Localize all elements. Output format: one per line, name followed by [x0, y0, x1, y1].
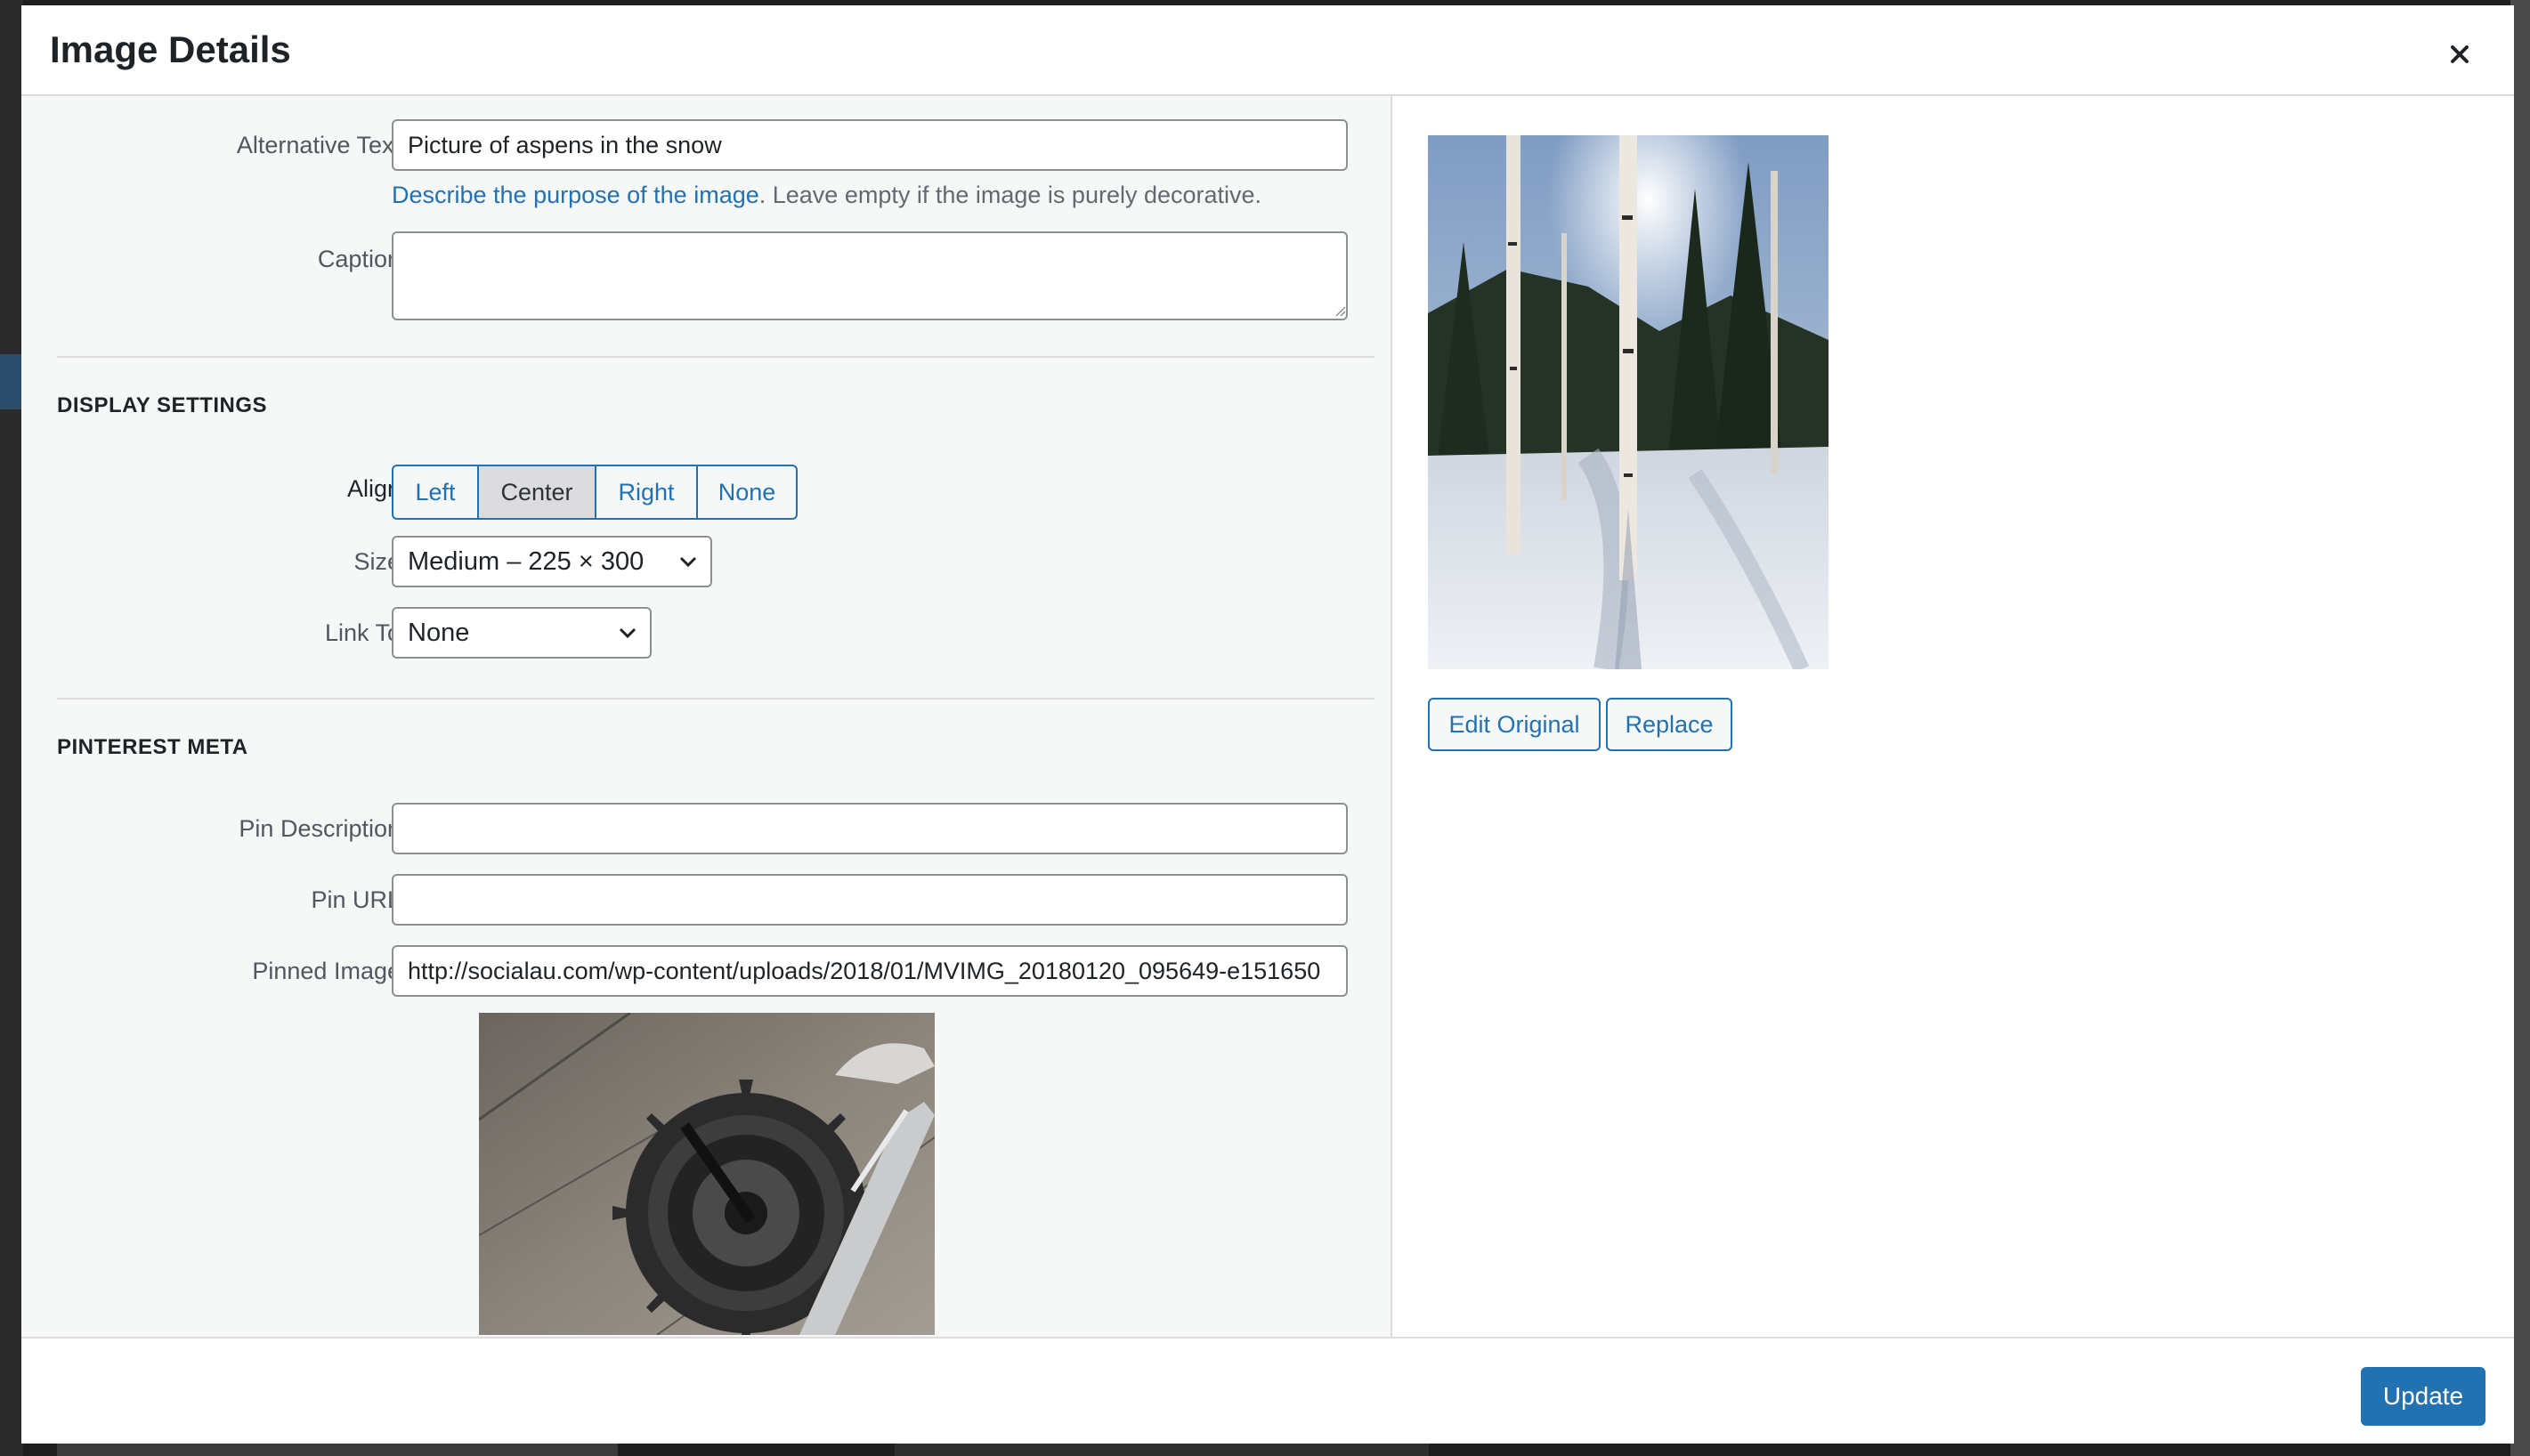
bike-chainring-photo [479, 1013, 935, 1335]
align-left-button[interactable]: Left [392, 465, 479, 520]
image-preview [1428, 135, 1829, 669]
settings-panel: Alternative Text Picture of aspens in th… [21, 96, 1392, 1337]
chevron-down-icon [679, 556, 697, 568]
align-none-button[interactable]: None [696, 465, 798, 520]
update-button[interactable]: Update [2361, 1367, 2485, 1426]
align-right-button[interactable]: Right [595, 465, 698, 520]
pinned-image-input[interactable]: http://socialau.com/wp-content/uploads/2… [392, 945, 1348, 997]
image-preview-panel: Edit Original Replace [1392, 96, 2514, 1337]
size-select-value: Medium – 225 × 300 [408, 547, 645, 576]
caption-label: Caption [317, 246, 401, 272]
alt-text-help-rest: . Leave empty if the image is purely dec… [758, 182, 1262, 208]
describe-purpose-link[interactable]: Describe the purpose of the image [392, 182, 759, 208]
background-sidebar [0, 0, 23, 1456]
image-details-modal: Image Details Alternative Text Picture o… [21, 5, 2514, 1444]
display-settings-heading: DISPLAY SETTINGS [57, 393, 268, 417]
close-button[interactable] [2437, 32, 2482, 77]
pinned-image-label: Pinned Image [252, 958, 401, 984]
pin-url-label: Pin URL [311, 886, 401, 913]
pin-description-input[interactable] [392, 803, 1348, 854]
replace-button[interactable]: Replace [1606, 698, 1732, 751]
divider [57, 356, 1374, 358]
pinterest-meta-heading: PINTEREST META [57, 735, 248, 759]
align-center-button[interactable]: Center [477, 465, 596, 520]
chevron-down-icon [619, 627, 637, 639]
resize-handle-icon[interactable] [1334, 304, 1346, 317]
pinned-image-thumbnail [479, 1013, 935, 1335]
pin-description-label: Pin Description [239, 815, 401, 842]
pin-url-input[interactable] [392, 874, 1348, 926]
link-to-label: Link To [324, 619, 401, 646]
modal-title: Image Details [50, 28, 291, 70]
alt-text-help: Describe the purpose of the image. Leave… [392, 182, 1261, 209]
background-active-menu [0, 354, 23, 409]
align-button-group: Left Center Right None [392, 465, 798, 520]
background-content [57, 1442, 618, 1456]
alt-text-input[interactable]: Picture of aspens in the snow [392, 119, 1348, 171]
link-to-select-value: None [408, 619, 470, 647]
modal-footer: Update [21, 1337, 2514, 1444]
size-select[interactable]: Medium – 225 × 300 [392, 536, 712, 587]
caption-textarea[interactable] [392, 231, 1348, 320]
edit-original-button[interactable]: Edit Original [1428, 698, 1601, 751]
link-to-select[interactable]: None [392, 607, 652, 659]
alt-text-label: Alternative Text [236, 132, 401, 158]
close-icon [2451, 45, 2469, 63]
aspens-snow-photo [1428, 135, 1829, 669]
modal-header: Image Details [21, 5, 2514, 96]
divider [57, 698, 1374, 700]
background-content-image [895, 1442, 1429, 1456]
